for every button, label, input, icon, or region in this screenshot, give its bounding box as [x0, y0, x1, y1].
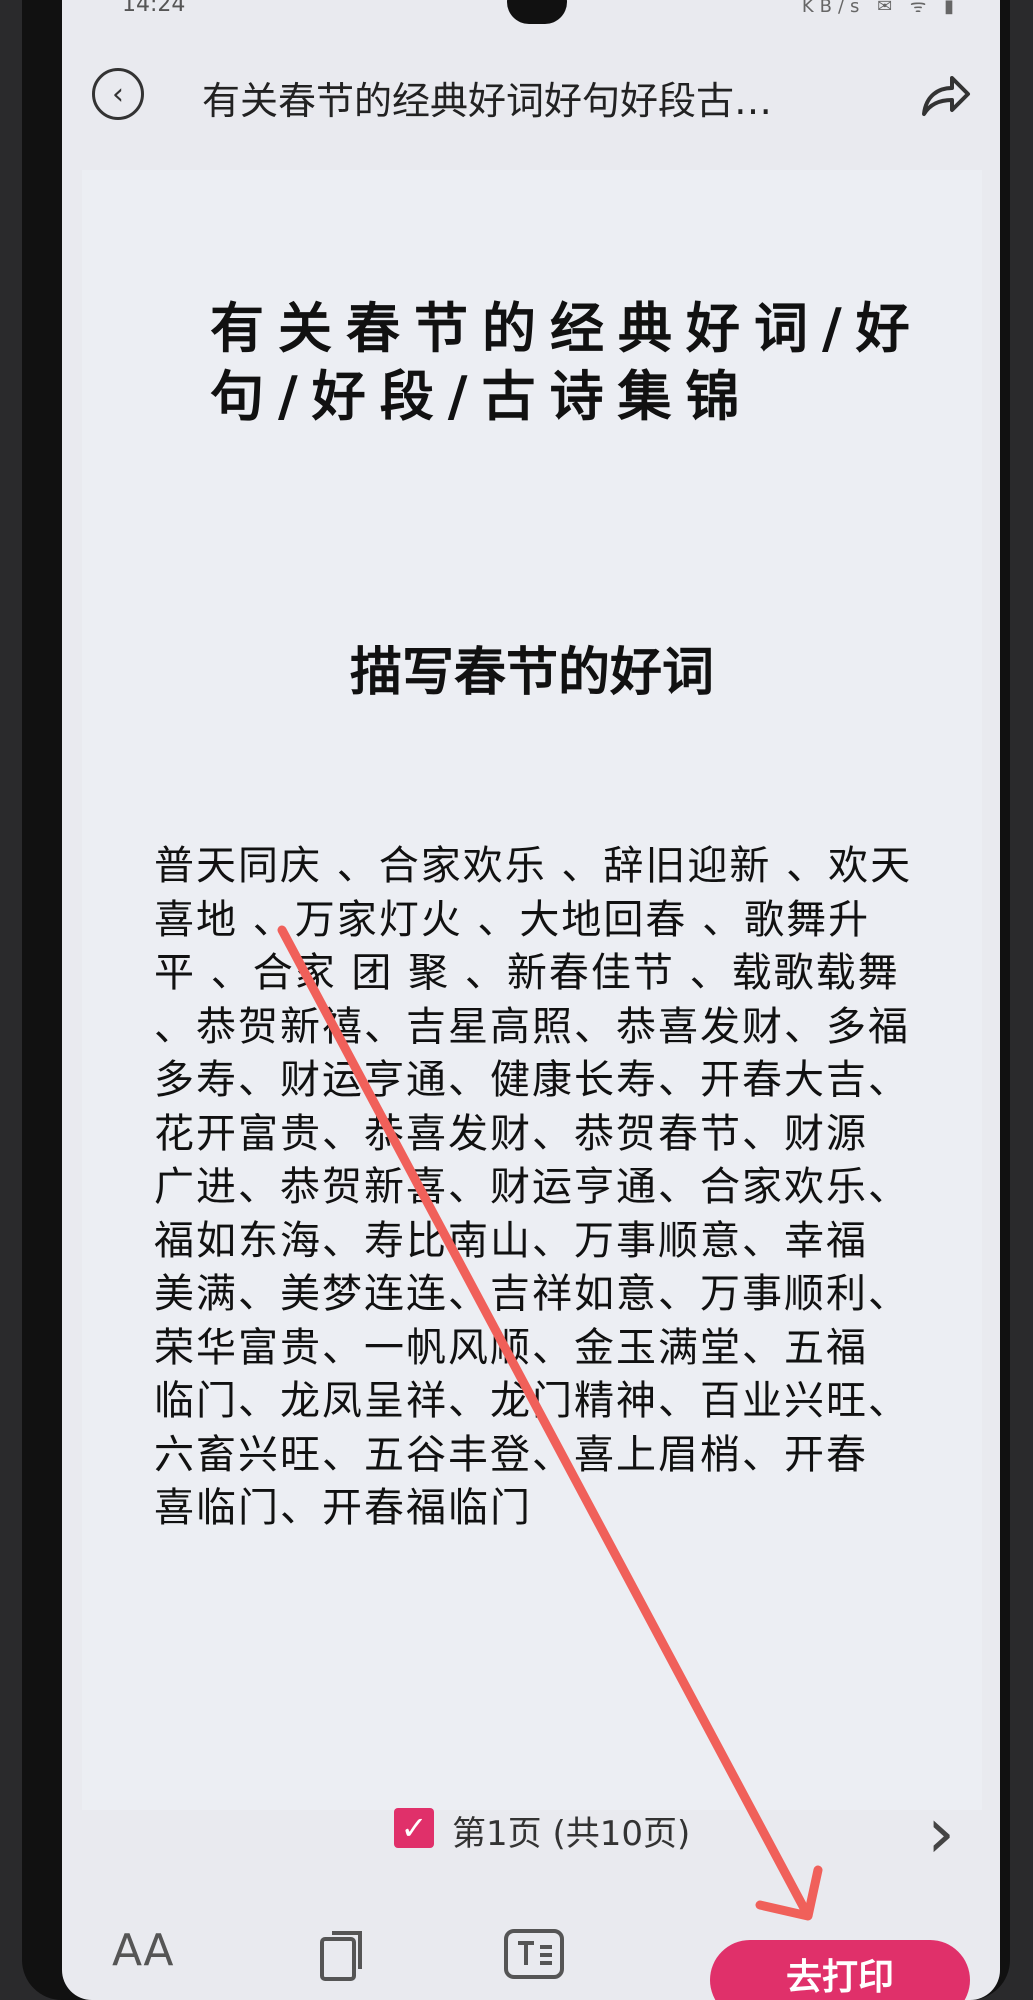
status-time: 14:24: [122, 0, 186, 17]
font-size-icon: AA: [112, 1925, 174, 1976]
page-select-checkbox[interactable]: ✓: [394, 1808, 434, 1848]
status-bar: 14:24 KB/s ✉ ᯤ ▮: [62, 0, 1000, 24]
check-icon: ✓: [400, 1809, 428, 1847]
share-icon: [922, 76, 970, 116]
top-bar: ‹ 有关春节的经典好词好句好段古…: [62, 50, 1000, 140]
bottom-toolbar: AA 去打印: [62, 1905, 1000, 2000]
pages-icon: [320, 1931, 362, 1981]
document-title: 有关春节的经典好词/好句/好段/古诗集锦: [210, 297, 924, 428]
document-preview: 有关春节的经典好词/好句/好段/古诗集锦 描写春节的好词 普天同庆 、合家欢乐 …: [82, 170, 982, 1810]
text-edit-icon: [504, 1929, 564, 1979]
app-screen: 14:24 KB/s ✉ ᯤ ▮ ‹ 有关春节的经典好词好句好段古… 有关春节的…: [62, 0, 1000, 2000]
page-title: 有关春节的经典好词好句好段古…: [202, 79, 773, 123]
section-heading: 描写春节的好词: [349, 643, 714, 703]
status-icons: KB/s ✉ ᯤ ▮: [801, 0, 960, 17]
phone-frame: 14:24 KB/s ✉ ᯤ ▮ ‹ 有关春节的经典好词好句好段古… 有关春节的…: [22, 0, 1010, 2000]
print-button[interactable]: 去打印: [710, 1940, 970, 2000]
back-button[interactable]: ‹: [92, 68, 144, 120]
font-size-button[interactable]: AA: [112, 1925, 182, 1985]
layout-button[interactable]: [312, 1925, 382, 1985]
chevron-left-icon: ‹: [112, 76, 124, 112]
next-page-button[interactable]: ›: [927, 1792, 955, 1874]
page-indicator: ✓ 第1页 (共10页) ›: [62, 1792, 1000, 1874]
page-count-label: 第1页 (共10页): [452, 1814, 691, 1854]
document-body: 普天同庆 、合家欢乐 、辞旧迎新 、欢天喜地 、万家灯火 、大地回春 、歌舞升 …: [154, 843, 913, 1531]
share-button[interactable]: [916, 68, 972, 124]
camera-notch: [507, 0, 567, 24]
text-edit-button[interactable]: [502, 1925, 572, 1985]
